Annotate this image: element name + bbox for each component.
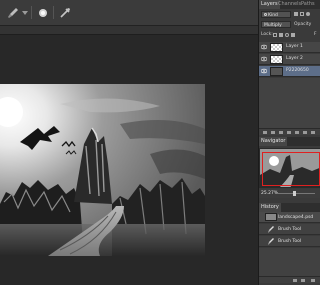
history-empty-area [259,248,320,276]
tab-navigator[interactable]: Navigator [259,137,288,146]
lock-transparency-icon[interactable] [273,33,277,37]
document-tab-strip [0,26,258,35]
history-step[interactable]: Brush Tool [259,236,320,247]
snapshot-thumbnail [265,213,277,221]
layer-row[interactable]: Layer 2 [259,54,320,65]
layer-style-icon[interactable] [271,131,275,134]
history-label: Brush Tool [278,239,302,244]
adjustment-filter-icon[interactable] [300,12,304,16]
history-snapshot[interactable]: landscape4.psd [259,212,320,223]
history-footer-toolbar [259,276,320,283]
visibility-eye-icon[interactable] [261,44,267,50]
history-label: Brush Tool [278,227,302,232]
navigator-zoom-row: 25.27% [259,189,320,198]
canvas-artwork[interactable] [0,84,205,256]
brush-step-icon [268,226,274,233]
blend-mode-dropdown[interactable]: Multiply [261,21,291,28]
brush-tool-icon[interactable] [6,5,20,20]
layer-thumbnail [270,43,283,52]
fill-label: F [314,32,317,37]
lock-icons [273,33,295,37]
tab-history[interactable]: History [259,203,281,212]
history-step[interactable]: Brush Tool [259,224,320,235]
zoom-slider-track[interactable] [277,193,315,194]
link-layers-icon[interactable] [263,131,267,134]
lock-position-icon[interactable] [285,33,289,37]
canvas-workspace[interactable] [0,36,258,285]
new-group-icon[interactable] [295,131,299,134]
add-mask-icon[interactable] [279,131,283,134]
type-filter-icon[interactable] [306,12,310,16]
options-bar [0,0,258,26]
filter-kind-label: Kind [268,13,278,18]
layers-panel-tabs: Layers Channels Paths [259,0,320,9]
filter-kind-dropdown[interactable]: Kind [261,11,291,18]
pixel-filter-icon[interactable] [294,12,298,16]
layer-name: P2220650 [286,68,309,73]
layer-thumbnail [270,55,283,64]
lock-pixels-icon[interactable] [279,33,283,37]
layer-list-empty-area [259,78,320,128]
panel-dock: Layers Channels Paths Kind Multiply Opac… [258,0,320,285]
brush-step-icon [268,238,274,245]
brush-preset-picker-icon[interactable] [36,5,50,20]
new-layer-icon[interactable] [303,131,307,134]
layer-thumbnail [270,67,283,76]
airbrush-icon[interactable] [58,5,72,20]
delete-state-icon[interactable] [311,279,315,282]
layer-name: Layer 2 [286,56,303,61]
history-label: landscape4.psd [278,215,314,220]
visibility-eye-icon[interactable] [261,56,267,62]
history-panel-tabs: History [259,203,320,212]
layers-footer-toolbar [259,128,320,135]
visibility-eye-icon[interactable] [261,68,267,74]
layer-name: Layer 1 [286,44,303,49]
opacity-label: Opacity [294,22,312,27]
delete-layer-icon[interactable] [311,131,315,134]
layer-filter-icons [294,12,318,18]
zoom-slider-handle[interactable] [293,191,296,196]
lock-label: Lock: [261,32,273,37]
navigator-panel-tabs: Navigator [259,137,320,146]
search-icon [264,13,267,16]
adjustment-layer-icon[interactable] [287,131,291,134]
new-snapshot-icon[interactable] [301,279,305,282]
navigator-preview[interactable] [259,148,320,188]
layer-row[interactable]: Layer 1 [259,42,320,53]
lock-all-icon[interactable] [291,33,295,37]
layer-row-selected[interactable]: P2220650 [259,66,320,77]
navigator-view-box[interactable] [262,152,320,186]
zoom-value[interactable]: 25.27% [261,191,278,196]
tab-paths[interactable]: Paths [299,0,317,9]
new-document-from-state-icon[interactable] [293,279,297,282]
tool-preset-dropdown-icon[interactable] [22,5,28,20]
